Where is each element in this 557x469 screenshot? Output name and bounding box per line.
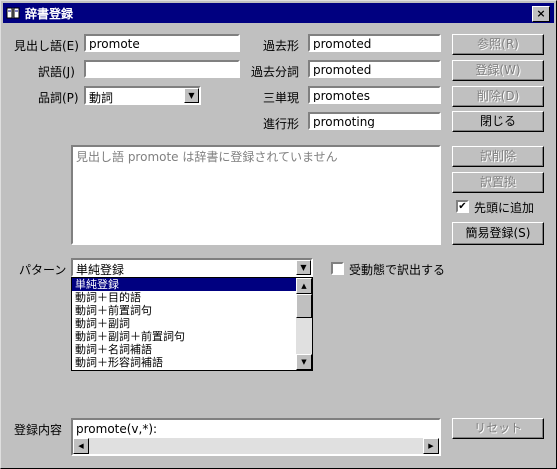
list-item[interactable]: 動詞＋目的語 bbox=[72, 291, 296, 304]
third-singular-label: 三単現 bbox=[263, 91, 300, 105]
progressive-label: 進行形 bbox=[263, 117, 300, 131]
pos-select-value: 動詞 bbox=[89, 91, 114, 105]
scroll-right-icon[interactable]: ▶ bbox=[423, 438, 439, 454]
list-scrollbar[interactable]: ▲ ▼ bbox=[296, 278, 312, 370]
horizontal-scrollbar[interactable]: ◀ ▶ bbox=[73, 438, 439, 454]
close-button[interactable]: 閉じる bbox=[452, 111, 544, 132]
passive-label: 受動態で訳出する bbox=[349, 263, 446, 277]
past-participle-label: 過去分詞 bbox=[251, 65, 300, 79]
scroll-down-icon[interactable]: ▼ bbox=[296, 354, 312, 370]
headword-label: 見出し語(E) bbox=[14, 39, 79, 53]
dictionary-book-icon bbox=[6, 7, 20, 19]
close-icon[interactable]: × bbox=[532, 6, 550, 22]
dictionary-registration-dialog: 辞書登録 × 見出し語(E) promote 訳語(J) 品詞(P) 動詞 ▼ … bbox=[0, 0, 557, 469]
pattern-select-value: 単純登録 bbox=[76, 263, 125, 277]
registration-content-field[interactable]: promote(v,*): ◀ ▶ bbox=[71, 418, 441, 456]
pattern-select[interactable]: 単純登録 ▼ bbox=[71, 258, 313, 277]
window-title: 辞書登録 bbox=[25, 7, 74, 21]
translation-input[interactable] bbox=[84, 60, 240, 78]
list-item[interactable]: 動詞＋副詞 bbox=[72, 317, 296, 330]
past-input[interactable]: promoted bbox=[308, 34, 441, 52]
pattern-label: パターン bbox=[19, 263, 67, 277]
headword-input[interactable]: promote bbox=[84, 34, 240, 52]
reference-button[interactable]: 参照(R) bbox=[452, 34, 544, 55]
prepend-checkbox[interactable]: ✔ bbox=[456, 200, 469, 213]
pattern-options: 単純登録 動詞＋目的語 動詞＋前置詞句 動詞＋副詞 動詞＋副詞＋前置詞句 動詞＋… bbox=[72, 278, 296, 369]
registration-label: 登録内容 bbox=[14, 423, 63, 437]
list-item[interactable]: 動詞＋前置詞句 bbox=[72, 304, 296, 317]
replace-translation-button[interactable]: 訳置換 bbox=[452, 172, 544, 193]
past-participle-input[interactable]: promoted bbox=[308, 60, 441, 78]
list-item[interactable]: 動詞＋形容詞補語 bbox=[72, 356, 296, 369]
scroll-thumb[interactable] bbox=[296, 294, 312, 318]
progressive-input[interactable]: promoting bbox=[308, 112, 441, 130]
list-item[interactable]: 単純登録 bbox=[72, 278, 296, 291]
delete-translation-button[interactable]: 訳削除 bbox=[452, 146, 544, 167]
translation-label: 訳語(J) bbox=[38, 65, 75, 79]
reset-button[interactable]: リセット bbox=[452, 418, 544, 439]
pattern-dropdown-list[interactable]: 単純登録 動詞＋目的語 動詞＋前置詞句 動詞＋副詞 動詞＋副詞＋前置詞句 動詞＋… bbox=[71, 277, 313, 371]
delete-button[interactable]: 削除(D) bbox=[452, 86, 544, 107]
pos-select[interactable]: 動詞 ▼ bbox=[84, 86, 201, 105]
pos-label: 品詞(P) bbox=[38, 91, 79, 105]
third-singular-input[interactable]: promotes bbox=[308, 86, 441, 104]
simple-register-button[interactable]: 簡易登録(S) bbox=[452, 222, 544, 245]
register-button[interactable]: 登録(W) bbox=[452, 60, 544, 81]
chevron-down-icon[interactable]: ▼ bbox=[184, 88, 199, 103]
list-item[interactable]: 動詞＋名詞補語 bbox=[72, 343, 296, 356]
prepend-label: 先頭に追加 bbox=[474, 201, 535, 215]
scroll-up-icon[interactable]: ▲ bbox=[296, 278, 312, 294]
list-item[interactable]: 動詞＋副詞＋前置詞句 bbox=[72, 330, 296, 343]
title-bar: 辞書登録 × bbox=[3, 3, 554, 23]
passive-checkbox[interactable] bbox=[331, 262, 344, 275]
past-label: 過去形 bbox=[263, 39, 300, 53]
registration-content-value: promote(v,*): bbox=[76, 422, 158, 436]
scroll-left-icon[interactable]: ◀ bbox=[73, 438, 89, 454]
status-message: 見出し語 promote は辞書に登録されていません bbox=[71, 145, 441, 245]
chevron-down-icon[interactable]: ▼ bbox=[296, 260, 311, 275]
